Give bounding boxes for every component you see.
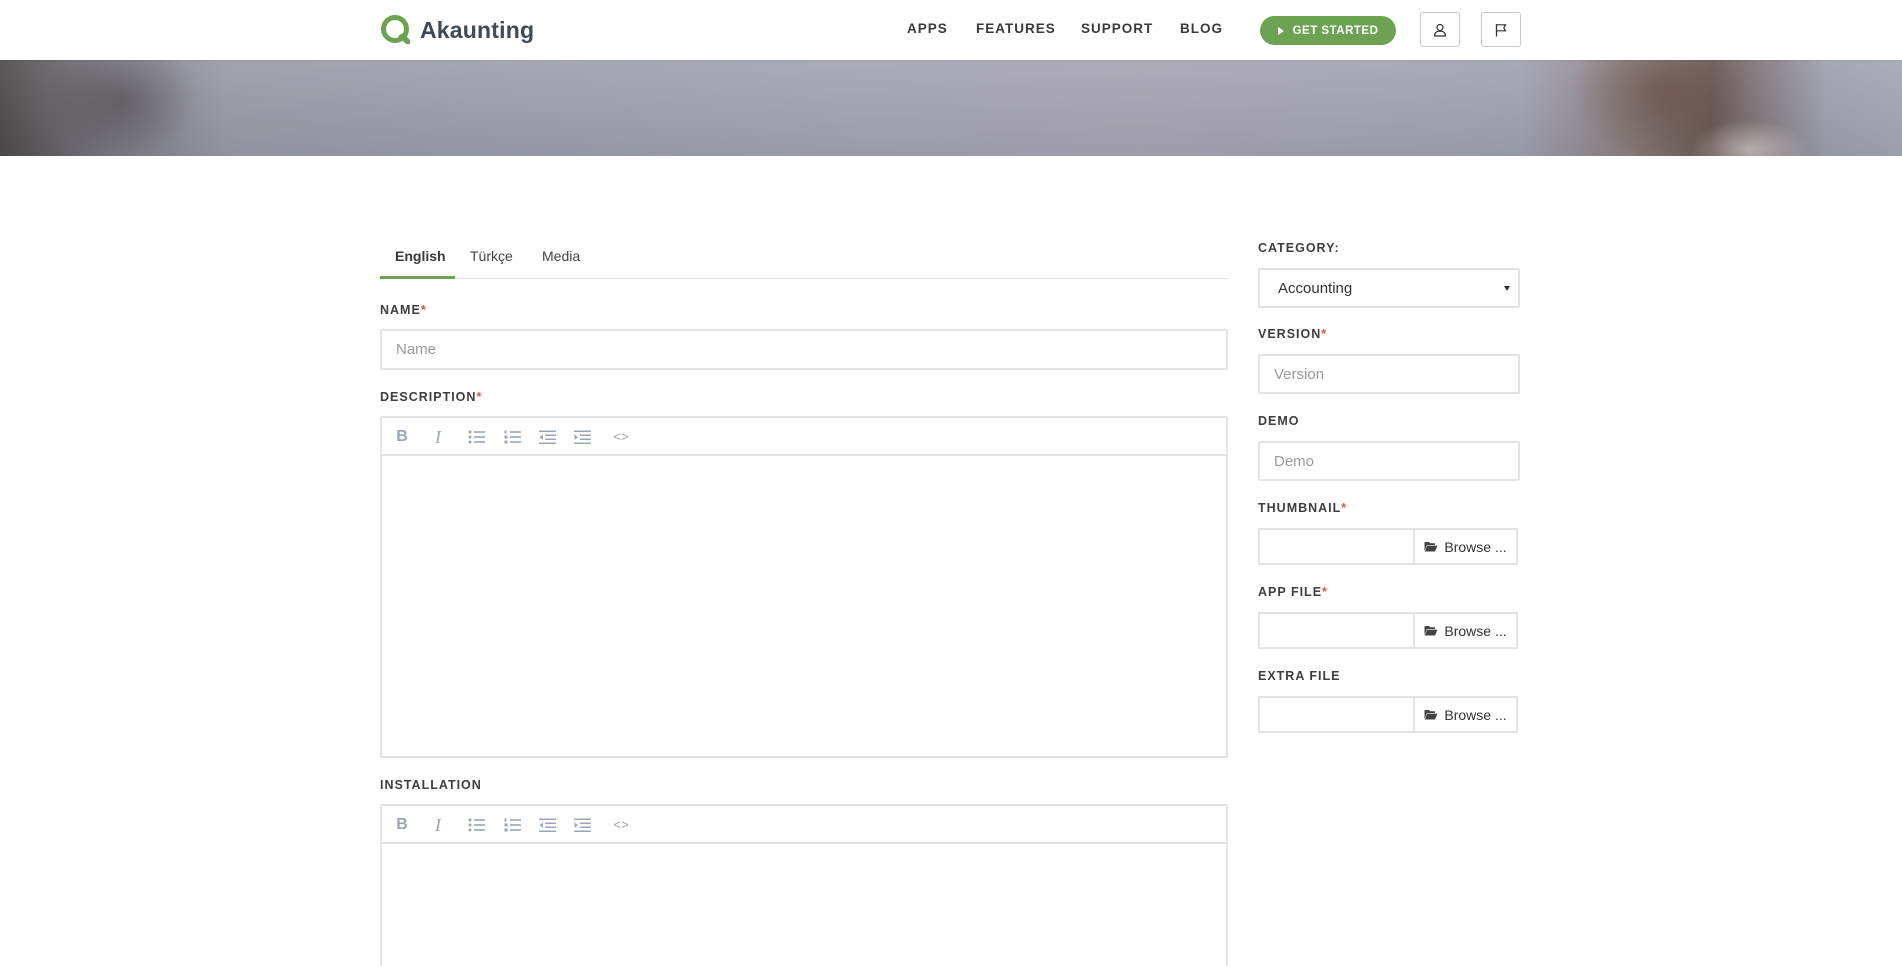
bold-icon[interactable]: B [392, 815, 412, 835]
name-input[interactable] [380, 329, 1228, 370]
akaunting-logo-icon [381, 15, 410, 44]
bullet-list-icon[interactable] [466, 427, 486, 447]
category-selected-value: Accounting [1278, 280, 1353, 297]
tab-turkce[interactable]: Türkçe [470, 248, 513, 264]
extra-file-browse-button[interactable]: Browse ... [1413, 696, 1518, 733]
tab-media[interactable]: Media [542, 248, 580, 264]
site-header: Akaunting APPS FEATURES SUPPORT BLOG GET… [0, 0, 1902, 60]
play-icon [1277, 26, 1284, 35]
bullet-list-icon[interactable] [466, 815, 486, 835]
folder-open-icon [1424, 542, 1438, 552]
nav-features[interactable]: FEATURES [976, 21, 1056, 36]
code-view-icon[interactable]: <> [611, 815, 631, 835]
demo-label: DEMO [1258, 414, 1300, 428]
nav-support[interactable]: SUPPORT [1081, 21, 1153, 36]
hero-banner-image [0, 60, 1902, 156]
nav-apps[interactable]: APPS [907, 21, 948, 36]
extra-file-label: EXTRA FILE [1258, 669, 1341, 683]
app-file-browse-button[interactable]: Browse ... [1413, 612, 1518, 649]
italic-icon[interactable]: I [428, 815, 448, 835]
extra-file-input: Browse ... [1258, 696, 1518, 733]
app-file-name-field[interactable] [1258, 612, 1414, 649]
user-button[interactable] [1420, 12, 1460, 47]
installation-label: INSTALLATION [380, 778, 482, 792]
outdent-icon[interactable] [537, 815, 557, 835]
folder-open-icon [1424, 710, 1438, 720]
user-icon [1433, 23, 1447, 37]
code-view-icon[interactable]: <> [611, 427, 631, 447]
version-input[interactable] [1258, 354, 1520, 394]
caret-down-icon [1504, 286, 1510, 291]
get-started-label: GET STARTED [1292, 24, 1379, 37]
numbered-list-icon[interactable] [502, 427, 522, 447]
tab-english[interactable]: English [395, 248, 446, 264]
active-tab-indicator [380, 276, 455, 279]
app-file-input: Browse ... [1258, 612, 1518, 649]
thumbnail-browse-button[interactable]: Browse ... [1413, 528, 1518, 565]
thumbnail-file-input: Browse ... [1258, 528, 1518, 565]
logo[interactable]: Akaunting [380, 14, 534, 46]
numbered-list-icon[interactable] [502, 815, 522, 835]
language-flag-button[interactable] [1481, 12, 1521, 47]
language-tabs: English Türkçe Media [380, 236, 1228, 279]
description-editor-toolbar: B I <> [382, 418, 1226, 456]
brand-name: Akaunting [420, 16, 535, 43]
thumbnail-file-name-field[interactable] [1258, 528, 1414, 565]
category-select[interactable]: Accounting [1258, 268, 1520, 308]
category-label: CATEGORY: [1258, 241, 1340, 255]
folder-open-icon [1424, 626, 1438, 636]
italic-icon[interactable]: I [428, 427, 448, 447]
version-label: VERSION* [1258, 327, 1328, 341]
thumbnail-label: THUMBNAIL* [1258, 501, 1348, 515]
nav-blog[interactable]: BLOG [1180, 21, 1223, 36]
indent-icon[interactable] [572, 427, 592, 447]
flag-icon [1495, 23, 1507, 36]
installation-editor: B I <> [380, 804, 1228, 966]
description-label: DESCRIPTION* [380, 390, 483, 404]
demo-input[interactable] [1258, 441, 1520, 481]
description-editor: B I <> [380, 416, 1228, 758]
app-file-label: APP FILE* [1258, 585, 1328, 599]
bold-icon[interactable]: B [392, 427, 412, 447]
outdent-icon[interactable] [537, 427, 557, 447]
indent-icon[interactable] [572, 815, 592, 835]
get-started-button[interactable]: GET STARTED [1260, 16, 1396, 45]
extra-file-name-field[interactable] [1258, 696, 1414, 733]
name-label: NAME* [380, 303, 427, 317]
installation-editor-toolbar: B I <> [382, 806, 1226, 844]
